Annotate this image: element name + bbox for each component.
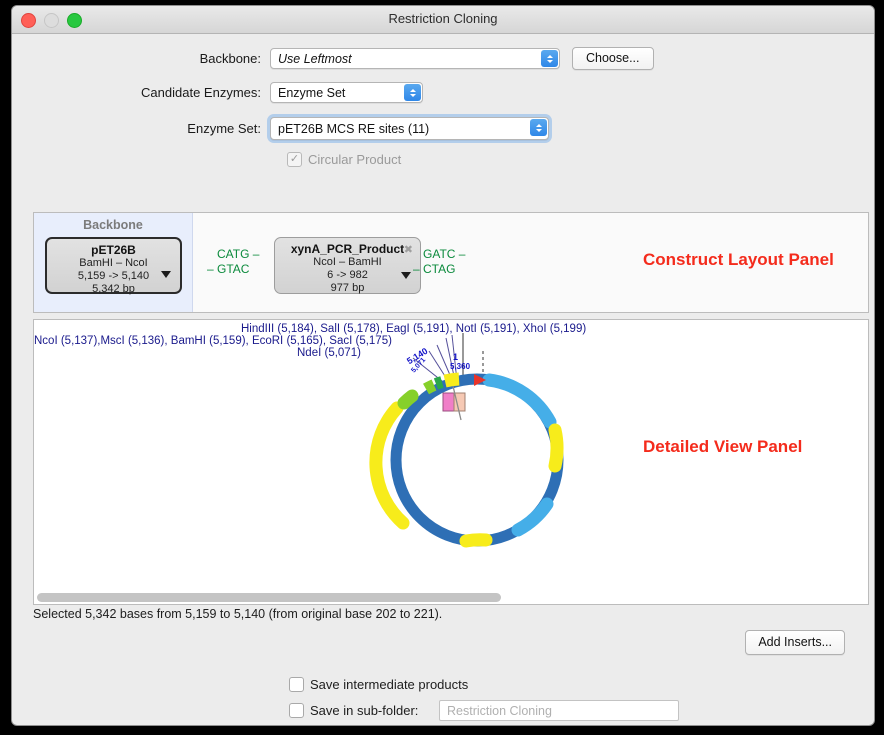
- sticky-end-left: CATG – – GTAC: [207, 247, 259, 277]
- sticky-end-bottom: – GTAC: [207, 262, 250, 276]
- dialog-content: Backbone: Use Leftmost Choose... Candida…: [12, 47, 874, 725]
- position-number: 5,360: [450, 362, 471, 371]
- save-subfolder-row[interactable]: Save in sub-folder:: [289, 703, 418, 718]
- chevron-updown-icon: [404, 84, 421, 101]
- chevron-updown-icon: [530, 119, 547, 136]
- enzyme-set-row: Enzyme Set: pET26B MCS RE sites (11): [12, 114, 874, 143]
- detail-panel-hscrollbar[interactable]: [33, 592, 867, 603]
- restriction-site-label: HindIII (5,184), SalI (5,178), EagI (5,1…: [241, 323, 587, 335]
- selection-status-text: Selected 5,342 bases from 5,159 to 5,140…: [33, 607, 443, 621]
- candidate-enzymes-value: Enzyme Set: [278, 85, 346, 100]
- backbone-row: Backbone: Use Leftmost Choose...: [12, 47, 874, 70]
- fragment-range: 6 -> 982: [327, 269, 368, 281]
- scrollbar-thumb[interactable]: [37, 593, 501, 602]
- fragment-name: pET26B: [91, 243, 136, 257]
- fragment-name: xynA_PCR_Product: [290, 242, 405, 256]
- candidate-enzymes-label: Candidate Enzymes:: [141, 85, 261, 100]
- restriction-cloning-window: Restriction Cloning Backbone: Use Leftmo…: [11, 5, 875, 726]
- enzyme-set-focus-ring: pET26B MCS RE sites (11): [267, 114, 552, 143]
- annotation-construct-layout-panel: Construct Layout Panel: [643, 250, 834, 269]
- fragment-length: 977 bp: [330, 282, 365, 294]
- circular-product-row: Circular Product: [12, 152, 874, 167]
- candidate-enzymes-select[interactable]: Enzyme Set: [270, 82, 423, 103]
- enzyme-set-label: Enzyme Set:: [187, 121, 261, 136]
- save-intermediate-label: Save intermediate products: [310, 677, 469, 692]
- add-inserts-button[interactable]: Add Inserts...: [745, 630, 845, 655]
- remove-fragment-icon[interactable]: ✖: [404, 243, 413, 256]
- enzyme-set-select[interactable]: pET26B MCS RE sites (11): [270, 117, 549, 140]
- fragment-insert[interactable]: xynA_PCR_Product NcoI – BamHI 6 -> 982 9…: [274, 237, 421, 294]
- position-number: 1: [453, 352, 459, 362]
- sticky-end-right: GATC – – CTAG: [413, 247, 465, 277]
- fragment-menu-caret-icon[interactable]: [401, 272, 411, 279]
- window-titlebar: Restriction Cloning: [12, 6, 874, 34]
- restriction-site-label: NcoI (5,137),MscI (5,136), BamHI (5,159)…: [34, 335, 392, 347]
- choose-button[interactable]: Choose...: [572, 47, 654, 70]
- backbone-label: Backbone:: [199, 51, 261, 66]
- window-title: Restriction Cloning: [388, 11, 498, 26]
- circular-product-label: Circular Product: [308, 152, 402, 167]
- enzyme-set-value: pET26B MCS RE sites (11): [278, 121, 430, 136]
- sticky-end-top: CATG –: [217, 247, 260, 261]
- save-intermediate-row[interactable]: Save intermediate products: [289, 677, 468, 692]
- fragment-backbone[interactable]: pET26B BamHI – NcoI 5,159 -> 5,140 5,342…: [45, 237, 182, 295]
- save-subfolder-label: Save in sub-folder:: [310, 703, 419, 718]
- save-intermediate-checkbox[interactable]: [289, 677, 304, 692]
- fragment-length: 5,342 bp: [92, 283, 135, 295]
- fragment-enzymes: BamHI – NcoI: [79, 257, 148, 269]
- restriction-site-label: NdeI (5,071): [297, 347, 361, 359]
- circular-product-checkbox: [287, 152, 302, 167]
- subfolder-input[interactable]: Restriction Cloning: [439, 700, 679, 721]
- backbone-value: Use Leftmost: [278, 51, 352, 66]
- backbone-zone-caption: Backbone: [83, 218, 143, 232]
- sticky-end-bottom: – CTAG: [413, 262, 456, 276]
- sticky-end-top: GATC –: [423, 247, 466, 261]
- fragment-menu-caret-icon[interactable]: [161, 271, 171, 278]
- annotation-detailed-view-panel: Detailed View Panel: [643, 437, 803, 456]
- backbone-select[interactable]: Use Leftmost: [270, 48, 560, 69]
- candidate-enzymes-row: Candidate Enzymes: Enzyme Set: [12, 82, 874, 103]
- chevron-updown-icon: [541, 50, 558, 67]
- save-subfolder-checkbox[interactable]: [289, 703, 304, 718]
- fragment-enzymes: NcoI – BamHI: [313, 256, 382, 268]
